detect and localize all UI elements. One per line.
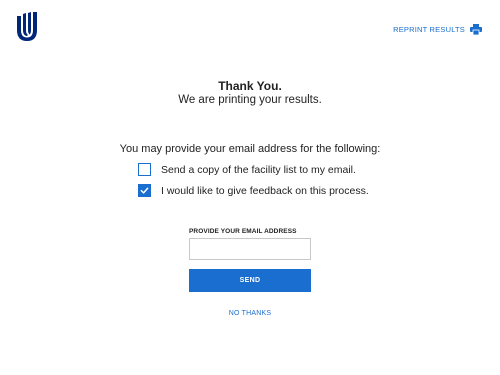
thank-you-message: Thank You. We are printing your results. [0, 79, 500, 108]
email-field[interactable] [189, 238, 311, 260]
printer-icon [470, 24, 482, 35]
thank-you-title: Thank You. [218, 79, 282, 93]
facility-list-checkbox[interactable] [138, 163, 151, 176]
reprint-results-button[interactable]: REPRINT RESULTS [393, 24, 482, 35]
feedback-option-label: I would like to give feedback on this pr… [161, 184, 369, 197]
no-thanks-link[interactable]: NO THANKS [0, 310, 500, 317]
email-options-prompt: You may provide your email address for t… [119, 143, 381, 155]
email-field-label: PROVIDE YOUR EMAIL ADDRESS [189, 228, 297, 235]
checkmark-icon [140, 187, 149, 194]
reprint-results-label: REPRINT RESULTS [393, 25, 465, 34]
printing-status-text: We are printing your results. [178, 94, 322, 106]
send-button[interactable]: SEND [189, 269, 311, 292]
facility-list-option-label: Send a copy of the facility list to my e… [161, 163, 356, 176]
page: REPRINT RESULTS Thank You. We are printi… [0, 0, 500, 375]
facility-list-email-option[interactable]: Send a copy of the facility list to my e… [138, 163, 356, 176]
feedback-checkbox[interactable] [138, 184, 151, 197]
feedback-option[interactable]: I would like to give feedback on this pr… [138, 184, 369, 197]
united-healthcare-u-logo-icon [17, 12, 37, 41]
